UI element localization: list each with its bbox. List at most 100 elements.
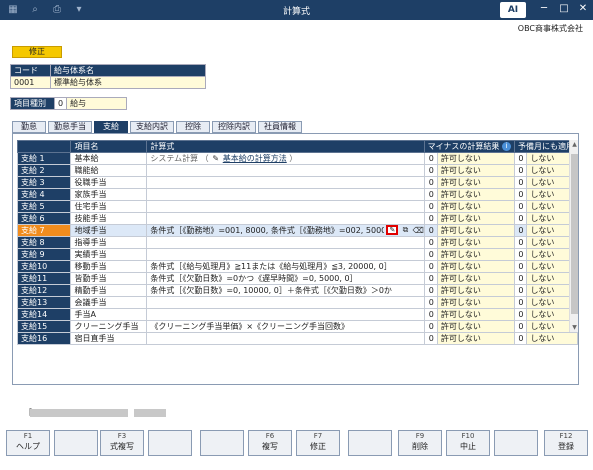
formula-cell[interactable]: 条件式［《給与処理月》≧11または《給与処理月》≦3, 20000, 0］	[146, 260, 425, 273]
tab-shikyu-uchiwake[interactable]: 支給内訳	[130, 121, 174, 133]
formula-cell[interactable]: 《クリーニング手当単価》×《クリーニング手当回数》	[146, 320, 425, 333]
tab-kintai-teate[interactable]: 勤怠手当	[48, 121, 92, 133]
f12-register-button[interactable]: F12 登録	[544, 430, 588, 456]
col-header-minus-label: マイナスの計算結果	[427, 142, 500, 151]
formula-cell[interactable]: 条件式［《欠勤日数》=0, 10000, 0］＋条件式［《欠勤日数》＞0か	[146, 284, 425, 297]
table-row-selected[interactable]: 支給 7 地域手当 条件式［《勤務地》=001, 8000, 条件式［《勤務地》…	[16, 224, 578, 237]
spare-code[interactable]: 0	[513, 272, 528, 285]
minus-code[interactable]: 0	[423, 332, 438, 345]
eraser-icon[interactable]: ⌫	[413, 226, 423, 235]
table-row[interactable]: 支給10 移動手当 条件式［《給与処理月》≧11または《給与処理月》≦3, 20…	[16, 260, 578, 273]
scroll-up-icon[interactable]: ▲	[570, 140, 579, 149]
formula-cell[interactable]	[146, 176, 425, 189]
tab-shikyu[interactable]: 支給	[94, 121, 128, 133]
table-row[interactable]: 支給 5 住宅手当 0 許可しない 0 しない	[16, 200, 578, 213]
spare-code[interactable]: 0	[513, 308, 528, 321]
table-row[interactable]: 支給 9 実績手当 0 許可しない 0 しない	[16, 248, 578, 261]
formula-cell[interactable]	[146, 164, 425, 177]
formula-cell[interactable]	[146, 296, 425, 309]
minus-code[interactable]: 0	[423, 176, 438, 189]
spare-code[interactable]: 0	[513, 152, 528, 165]
f5-button[interactable]	[200, 430, 244, 456]
item-type-code[interactable]: 0	[53, 97, 68, 110]
formula-cell[interactable]: 条件式［《勤務地》=001, 8000, 条件式［《勤務地》=002, 5000…	[146, 224, 425, 237]
minus-code[interactable]: 0	[423, 320, 438, 333]
spare-code[interactable]: 0	[513, 248, 528, 261]
f10-cancel-button[interactable]: F10 中止	[446, 430, 490, 456]
edit-formula-button[interactable]: ✎	[386, 225, 399, 235]
minus-code[interactable]: 0	[423, 164, 438, 177]
tab-kojo-uchiwake[interactable]: 控除内訳	[212, 121, 256, 133]
function-key-bar: F1 ヘルプ F3 式複写 F6 複写 F7 修正 F9 削除 F10 中止 F12 登録	[0, 430, 593, 470]
spare-code[interactable]: 0	[513, 164, 528, 177]
minus-code[interactable]: 0	[423, 224, 438, 237]
table-row[interactable]: 支給 3 役職手当 0 許可しない 0 しない	[16, 176, 578, 189]
table-row[interactable]: 支給14 手当A 0 許可しない 0 しない	[16, 308, 578, 321]
minus-code[interactable]: 0	[423, 236, 438, 249]
table-row[interactable]: 支給 4 家族手当 0 許可しない 0 しない	[16, 188, 578, 201]
table-row[interactable]: 支給11 皆勤手当 条件式［《欠勤日数》=0かつ《遅早時間》=0, 5000, …	[16, 272, 578, 285]
spare-code[interactable]: 0	[513, 176, 528, 189]
spare-code[interactable]: 0	[513, 296, 528, 309]
formula-cell[interactable]: 条件式［《欠勤日数》=0かつ《遅早時間》=0, 5000, 0］	[146, 272, 425, 285]
f3-copy-formula-button[interactable]: F3 式複写	[100, 430, 144, 456]
tab-kojo[interactable]: 控除	[176, 121, 210, 133]
formula-cell[interactable]	[146, 188, 425, 201]
spare-code[interactable]: 0	[513, 224, 528, 237]
table-row[interactable]: 支給 6 技能手当 0 許可しない 0 しない	[16, 212, 578, 225]
minus-code[interactable]: 0	[423, 152, 438, 165]
f6-copy-button[interactable]: F6 複写	[248, 430, 292, 456]
minus-code[interactable]: 0	[423, 308, 438, 321]
tab-kintai[interactable]: 勤怠	[12, 121, 46, 133]
system-code[interactable]: 0001	[10, 76, 51, 89]
spare-code[interactable]: 0	[513, 188, 528, 201]
spare-code[interactable]: 0	[513, 260, 528, 273]
formula-cell[interactable]	[146, 200, 425, 213]
f8-button[interactable]	[348, 430, 392, 456]
minus-text: 許可しない	[436, 224, 515, 237]
table-row[interactable]: 支給15 クリーニング手当 《クリーニング手当単価》×《クリーニング手当回数》 …	[16, 320, 578, 333]
grid-scrollbar[interactable]: ▲ ▼	[569, 140, 578, 332]
spare-code[interactable]: 0	[513, 284, 528, 297]
table-row[interactable]: 支給12 精勤手当 条件式［《欠勤日数》=0, 10000, 0］＋条件式［《欠…	[16, 284, 578, 297]
f11-button[interactable]	[494, 430, 538, 456]
formula-cell[interactable]	[146, 212, 425, 225]
f2-button[interactable]	[54, 430, 98, 456]
minus-code[interactable]: 0	[423, 260, 438, 273]
scroll-thumb[interactable]	[571, 154, 578, 314]
spare-code[interactable]: 0	[513, 212, 528, 225]
minus-code[interactable]: 0	[423, 188, 438, 201]
table-row[interactable]: 支給 8 指導手当 0 許可しない 0 しない	[16, 236, 578, 249]
spare-code[interactable]: 0	[513, 332, 528, 345]
f7-edit-button[interactable]: F7 修正	[296, 430, 340, 456]
f1-help-button[interactable]: F1 ヘルプ	[6, 430, 50, 456]
minimize-button[interactable]: ─	[537, 2, 551, 16]
spare-code[interactable]: 0	[513, 200, 528, 213]
close-button[interactable]: ✕	[576, 2, 590, 16]
table-row[interactable]: 支給13 会議手当 0 許可しない 0 しない	[16, 296, 578, 309]
minus-code[interactable]: 0	[423, 248, 438, 261]
info-icon[interactable]: i	[501, 142, 511, 151]
table-row[interactable]: 支給 2 職能給 0 許可しない 0 しない	[16, 164, 578, 177]
f9-delete-button[interactable]: F9 削除	[398, 430, 442, 456]
formula-cell[interactable]	[146, 236, 425, 249]
tab-shain-joho[interactable]: 社員情報	[258, 121, 302, 133]
formula-cell[interactable]	[146, 332, 425, 345]
f4-button[interactable]	[148, 430, 192, 456]
formula-link[interactable]: 基本給の計算方法	[223, 154, 287, 163]
minus-code[interactable]: 0	[423, 272, 438, 285]
table-row[interactable]: 支給16 宿日直手当 0 許可しない 0 しない	[16, 332, 578, 345]
minus-code[interactable]: 0	[423, 200, 438, 213]
formula-cell[interactable]	[146, 308, 425, 321]
formula-cell[interactable]: システム計算 （ ✎ 基本給の計算方法 ）	[146, 152, 425, 165]
table-row[interactable]: 支給 1 基本給 システム計算 （ ✎ 基本給の計算方法 ） 0 許可しない 0…	[16, 152, 578, 165]
spare-code[interactable]: 0	[513, 236, 528, 249]
scroll-down-icon[interactable]: ▼	[570, 323, 579, 332]
maximize-button[interactable]: □	[557, 2, 571, 16]
spare-code[interactable]: 0	[513, 320, 528, 333]
minus-code[interactable]: 0	[423, 296, 438, 309]
formula-cell[interactable]	[146, 248, 425, 261]
minus-code[interactable]: 0	[423, 212, 438, 225]
minus-code[interactable]: 0	[423, 284, 438, 297]
copy-icon[interactable]: ⧉	[401, 226, 410, 236]
